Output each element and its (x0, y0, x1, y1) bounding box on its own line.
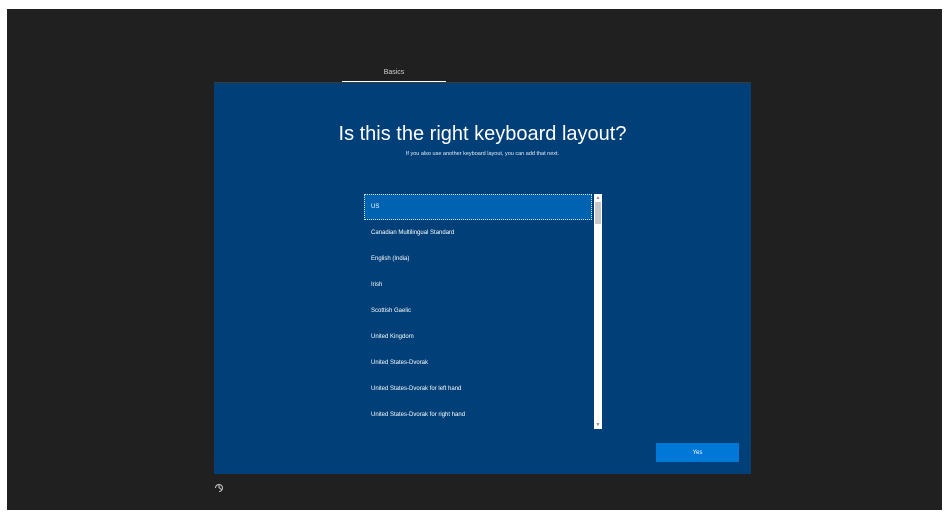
list-item[interactable]: US (364, 194, 592, 220)
ease-of-access-icon[interactable] (213, 481, 225, 493)
list-item[interactable]: United States-Dvorak (364, 350, 592, 376)
list-item[interactable]: Irish (364, 272, 592, 298)
page-subtitle: If you also use another keyboard layout,… (405, 151, 560, 157)
page-title: Is this the right keyboard layout? (338, 123, 627, 145)
yes-button[interactable]: Yes (656, 443, 739, 462)
scroll-up-arrow-icon[interactable]: ▲ (594, 195, 602, 201)
tab-basics[interactable]: Basics (342, 69, 446, 83)
list-item[interactable]: English (India) (364, 246, 592, 272)
scroll-thumb[interactable] (595, 202, 601, 224)
list-item[interactable]: Scottish Gaelic (364, 298, 592, 324)
scroll-down-arrow-icon[interactable]: ▼ (594, 422, 602, 428)
list-item[interactable]: United States-Dvorak for left hand (364, 376, 592, 402)
list-item[interactable]: Canadian Multilingual Standard (364, 220, 592, 246)
keyboard-layout-list[interactable]: US Canadian Multilingual Standard Englis… (364, 194, 596, 429)
list-scrollbar[interactable]: ▲ ▼ (594, 194, 602, 429)
setup-panel: Is this the right keyboard layout? If yo… (214, 83, 751, 474)
list-item[interactable]: United States-Dvorak for right hand (364, 402, 592, 428)
tab-basics-label: Basics (383, 69, 405, 76)
oobe-screen: Basics Is this the right keyboard layout… (7, 9, 942, 510)
list-item[interactable]: United Kingdom (364, 324, 592, 350)
